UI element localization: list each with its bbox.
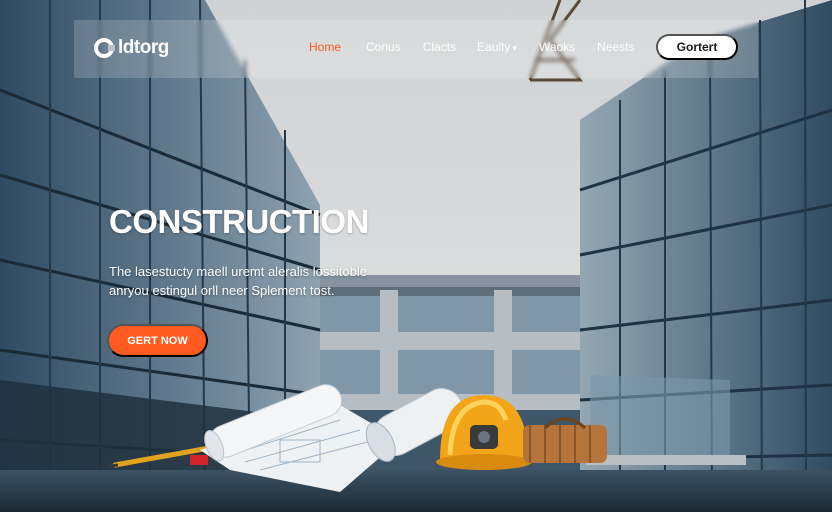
tool-bag-image [523, 417, 607, 463]
nav-link-clacts[interactable]: Clacts [423, 40, 456, 54]
brand-name: ldtorg [118, 37, 169, 58]
chevron-down-icon: ▾ [512, 43, 517, 53]
nav-link-home[interactable]: Home [309, 40, 341, 54]
nav-link-waoks[interactable]: Waoks [539, 40, 575, 54]
brand-logo[interactable]: ldtorg [94, 37, 169, 59]
nav-link-neests[interactable]: Neests [597, 40, 634, 54]
nav-link-eaulty[interactable]: Eaulty ▾ [477, 40, 517, 54]
hero-title: CONSTRUCTION [109, 203, 369, 240]
nav-link-eaulty-label: Eaulty [477, 40, 511, 54]
hero-subtitle-line-2: anryou estingul orll neer Splement tost. [109, 283, 335, 298]
nav-link-conus[interactable]: Conus [366, 40, 401, 54]
main-nav: Home Conus Clacts Eaulty ▾ Waoks Neests [309, 40, 635, 54]
hero-subtitle: The lasestucty maell uremt aleralis loss… [109, 262, 409, 300]
get-now-button[interactable]: GERT NOW [107, 324, 208, 357]
c-logo-icon [94, 38, 115, 58]
navbar: ldtorg Home Conus Clacts Eaulty ▾ Waoks N… [74, 20, 758, 78]
hero-subtitle-line-1: The lasestucty maell uremt aleralis loss… [109, 264, 367, 279]
contact-button[interactable]: Gortert [656, 34, 738, 60]
